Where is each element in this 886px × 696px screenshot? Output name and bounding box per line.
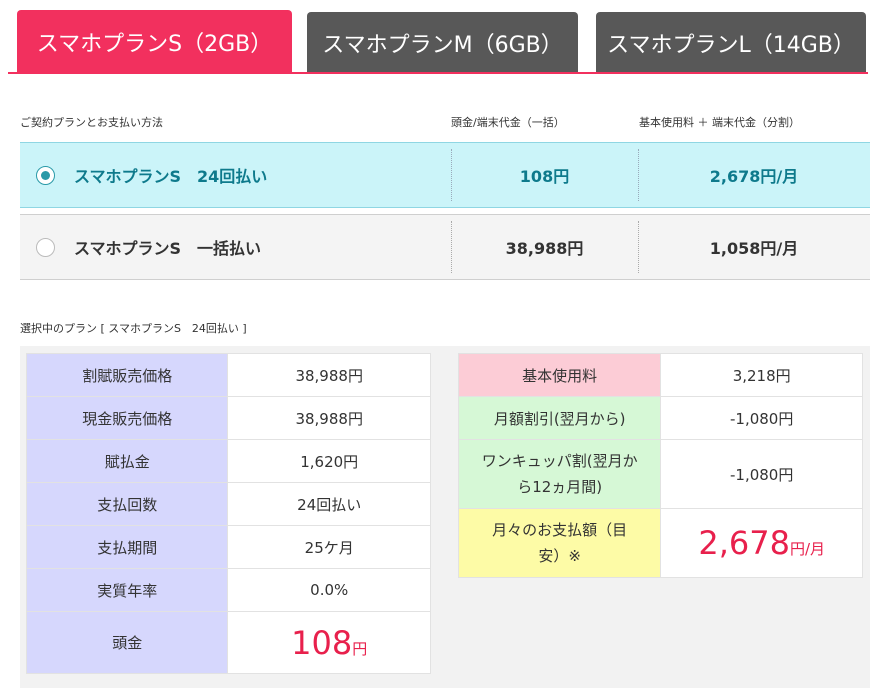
plan-option-down-payment: 38,988円 — [505, 239, 584, 258]
plan-option-name: スマホプランS 一括払い — [74, 239, 262, 258]
selected-plan-caption: 選択中のプラン [ スマホプランS 24回払い ] — [20, 322, 247, 335]
payment-details-table: 割賦販売価格 38,988円 現金販売価格 38,988円 賦払金 1,620円… — [25, 353, 431, 674]
detail-key-line: 月々のお支払額（目 — [492, 521, 628, 539]
detail-key-line: 安）※ — [538, 547, 581, 565]
detail-value: -1,080円 — [660, 439, 863, 509]
down-payment-value: 108円 — [227, 611, 431, 674]
table-row: 実質年率 0.0% — [25, 568, 431, 612]
tab-plan-s[interactable]: スマホプランS（2GB） — [17, 10, 292, 74]
plan-option-down-payment: 108円 — [519, 167, 570, 186]
table-row: 月々のお支払額（目 安）※ 2,678円/月 — [457, 508, 863, 578]
detail-key: 月々のお支払額（目 安）※ — [457, 508, 662, 578]
monthly-fee-table: 基本使用料 3,218円 月額割引(翌月から) -1,080円 ワンキュッパ割(… — [457, 353, 863, 578]
plan-option-monthly: 2,678円/月 — [709, 167, 799, 186]
detail-value: 0.0% — [227, 568, 431, 612]
plan-option-monthly: 1,058円/月 — [709, 239, 799, 258]
detail-key: 頭金 — [25, 611, 229, 674]
detail-key: 月額割引(翌月から) — [457, 396, 662, 440]
table-row: 現金販売価格 38,988円 — [25, 396, 431, 440]
detail-value: 38,988円 — [227, 396, 431, 440]
monthly-total-amount: 2,678 — [698, 524, 790, 562]
plan-header-down-payment: 頭金/端末代金（一括） — [451, 116, 565, 129]
detail-value: -1,080円 — [660, 396, 863, 440]
down-payment-amount: 108 — [291, 623, 353, 662]
detail-key: 実質年率 — [25, 568, 229, 612]
detail-value: 25ケ月 — [227, 525, 431, 569]
plan-header-monthly: 基本使用料 ＋ 端末代金（分割） — [639, 116, 800, 129]
table-row: 支払期間 25ケ月 — [25, 525, 431, 569]
table-row: 割賦販売価格 38,988円 — [25, 353, 431, 397]
table-row: 基本使用料 3,218円 — [457, 353, 863, 397]
detail-key: ワンキュッパ割(翌月か ら12ヵ月間) — [457, 439, 662, 509]
plan-tabs: スマホプランS（2GB） スマホプランM（6GB） スマホプランL（14GB） — [0, 0, 886, 76]
detail-value: 3,218円 — [660, 353, 863, 397]
plan-header-method: ご契約プランとお支払い方法 — [20, 116, 163, 129]
table-row: 月額割引(翌月から) -1,080円 — [457, 396, 863, 440]
detail-key: 基本使用料 — [457, 353, 662, 397]
table-row: 賦払金 1,620円 — [25, 439, 431, 483]
tab-underline — [8, 72, 868, 74]
tab-plan-m[interactable]: スマホプランM（6GB） — [307, 12, 578, 73]
down-payment-unit: 円 — [352, 639, 368, 658]
detail-value: 38,988円 — [227, 353, 431, 397]
detail-key: 現金販売価格 — [25, 396, 229, 440]
detail-key: 割賦販売価格 — [25, 353, 229, 397]
detail-key: 支払期間 — [25, 525, 229, 569]
radio-selected-icon[interactable] — [36, 165, 55, 185]
monthly-total-unit: 円/月 — [789, 540, 826, 558]
radio-unselected-icon[interactable] — [36, 237, 55, 257]
detail-key-line: ワンキュッパ割(翌月か — [481, 452, 638, 470]
detail-key: 賦払金 — [25, 439, 229, 483]
detail-value: 1,620円 — [227, 439, 431, 483]
detail-key-line: ら12ヵ月間) — [517, 478, 603, 496]
table-row: 支払回数 24回払い — [25, 482, 431, 526]
plan-option-lump-sum[interactable]: スマホプランS 一括払い 38,988円 1,058円/月 — [20, 214, 870, 280]
plan-option-24-installments[interactable]: スマホプランS 24回払い 108円 2,678円/月 — [20, 142, 870, 208]
detail-key: 支払回数 — [25, 482, 229, 526]
detail-value: 24回払い — [227, 482, 431, 526]
table-row: ワンキュッパ割(翌月か ら12ヵ月間) -1,080円 — [457, 439, 863, 509]
tab-plan-l[interactable]: スマホプランL（14GB） — [596, 12, 866, 73]
monthly-total-value: 2,678円/月 — [660, 508, 863, 578]
table-row: 頭金 108円 — [25, 611, 431, 674]
plan-option-name: スマホプランS 24回払い — [74, 167, 268, 186]
